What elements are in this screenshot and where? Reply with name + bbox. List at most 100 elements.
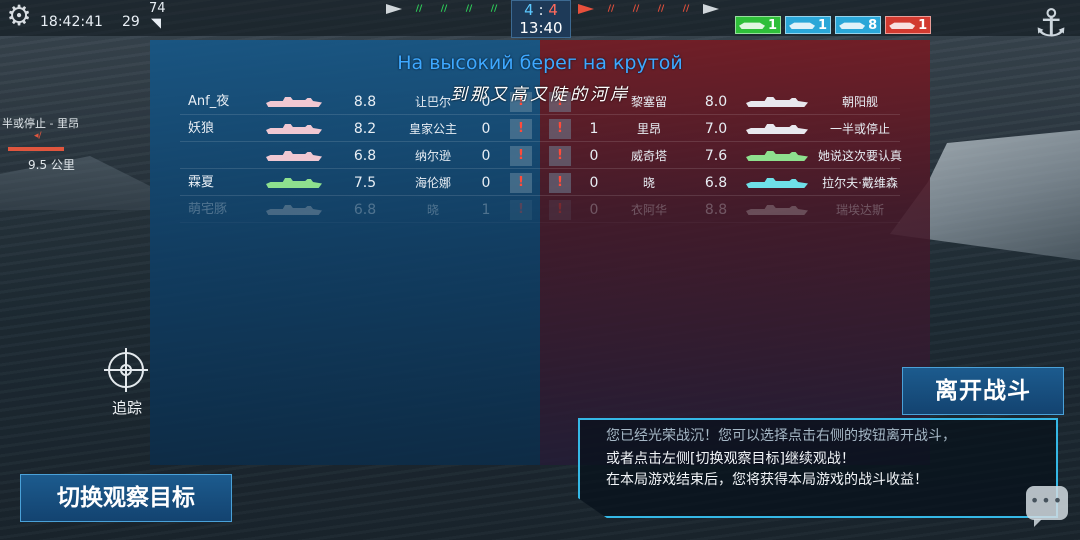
carrier-icon [889,22,916,29]
blue-score: 4 [524,1,534,19]
left-ship-tier: 7.5 [353,175,377,191]
row-divider [180,114,900,115]
red-flag-icon: // [682,4,690,14]
row-divider [180,195,900,196]
switch-target-button[interactable]: 切换观察目标 [20,474,232,522]
neutral-flag-icon [386,4,402,14]
row-divider [180,222,900,223]
message-line-3: 在本局游戏结束后，您将获得本局游戏的战斗收益！ [606,472,928,488]
green-flag-icon: // [490,4,498,14]
leave-battle-button[interactable]: 离开战斗 [902,367,1064,415]
right-ship-name: 威奇塔 [630,149,667,163]
right-kill-count: 1 [589,121,599,137]
right-kill-count: 0 [589,148,599,164]
row-divider [180,168,900,169]
right-ship-tier: 7.0 [704,121,728,137]
score-separator: : [538,1,544,19]
score-box: 4 : 4 13:40 [511,0,571,38]
ship-shape [266,151,322,161]
ship-shape [746,124,808,134]
top-bar: ⚙ 18:42:41 29 74 ◥ // // // // 4 : 4 13:… [0,0,1080,38]
ship-count-badge: 8 [835,16,882,34]
chat-icon[interactable]: ••• [1026,486,1068,527]
ship-count: 8 [868,17,878,33]
table-row: 霖夏 7.5 海伦娜 0!! 0 晓 6.8 拉尔夫·戴维森 [150,170,930,196]
health-marker-icon: ◂/ [34,131,42,141]
right-kill-count: 0 [589,175,599,191]
destroyer-icon [839,22,866,29]
crosshair-center [120,364,132,376]
report-left-button[interactable]: ! [510,146,532,166]
right-player-name: 一半或停止 [829,122,890,136]
red-score: 4 [548,1,558,19]
left-ship-silhouette-icon [266,151,322,161]
left-ship-silhouette-icon [266,205,322,215]
left-ship-name: 晓 [426,203,439,217]
track-label[interactable]: 追踪 [106,397,148,418]
red-flag-icon: // [632,4,640,14]
red-flag-icon [578,4,594,14]
red-capture-flags: // // // // [578,4,719,14]
lyric-line-2: 到那又高又陡的河岸 [450,85,630,105]
chat-dots: ••• [1029,491,1065,510]
green-flag-icon: // [465,4,473,14]
left-kill-count: 0 [481,175,491,191]
ship-shape [266,124,322,134]
ship-type-counts: 1 1 8 1 [735,16,932,34]
ship-count: 1 [918,17,928,33]
table-row: 萌宅豚 6.8 晓 1!! 0 衣阿华 8.8 瑞埃达斯 [150,197,930,223]
ship-shape [266,205,322,215]
target-distance: 9.5 公里 [28,158,75,172]
left-ship-tier: 8.2 [353,121,377,137]
right-ship-name: 里昂 [636,122,661,136]
report-left-button[interactable]: ! [510,200,532,220]
report-left-button[interactable]: ! [510,173,532,193]
report-right-button[interactable]: ! [549,173,571,193]
left-ship-name: 纳尔逊 [414,149,451,163]
cruiser-icon [789,22,816,29]
red-flag-icon: // [607,4,615,14]
fps-value: 74 [149,1,166,16]
ship-count-badge: 1 [785,16,832,34]
team-score: 4 : 4 [512,1,570,19]
report-right-button[interactable]: ! [549,200,571,220]
crosshair-icon[interactable] [104,348,148,392]
anchor-icon[interactable]: ⚓ [1028,0,1074,46]
ship-shape [266,178,322,188]
green-flag-icon: // [440,4,448,14]
right-ship-tier: 6.8 [704,175,728,191]
right-ship-silhouette-icon [746,178,808,188]
left-ship-silhouette-icon [266,178,322,188]
left-player-name: 霖夏 [188,175,215,190]
right-ship-tier: 8.8 [704,202,728,218]
ship-shape [746,178,808,188]
report-right-button[interactable]: ! [549,119,571,139]
right-ship-tier: 7.6 [704,148,728,164]
right-ship-silhouette-icon [746,124,808,134]
table-row: 6.8 纳尔逊 0!! 0 威奇塔 7.6 她说这次要认真 [150,143,930,169]
left-kill-count: 0 [481,148,491,164]
ping-value: 29 [122,14,140,30]
right-ship-name: 衣阿华 [630,203,667,217]
left-kill-count: 0 [481,121,491,137]
ship-count: 1 [818,17,828,33]
ship-count-badge: 1 [735,16,782,34]
right-player-name: 她说这次要认真 [817,149,902,163]
table-row: 妖狼 8.2 皇家公主 0!! 1 里昂 7.0 一半或停止 [150,116,930,142]
report-right-button[interactable]: ! [549,146,571,166]
message-line-1: 您已经光荣战沉！您可以选择点击右侧的按钮离开战斗， [606,428,956,444]
left-kill-count: 1 [481,202,491,218]
right-kill-count: 0 [589,202,599,218]
match-timer: 13:40 [519,19,563,37]
report-left-button[interactable]: ! [510,119,532,139]
gear-icon[interactable]: ⚙ [2,0,36,32]
target-health-bar [8,147,64,151]
left-ship-tier: 6.8 [353,202,377,218]
green-flag-icon: // [415,4,423,14]
wifi-icon: ◥ [151,16,161,31]
right-ship-silhouette-icon [746,151,808,161]
right-ship-name: 晓 [642,176,655,190]
right-player-name: 拉尔夫·戴维森 [822,176,898,190]
red-flag-icon: // [657,4,665,14]
ship-count-badge: 1 [885,16,932,34]
